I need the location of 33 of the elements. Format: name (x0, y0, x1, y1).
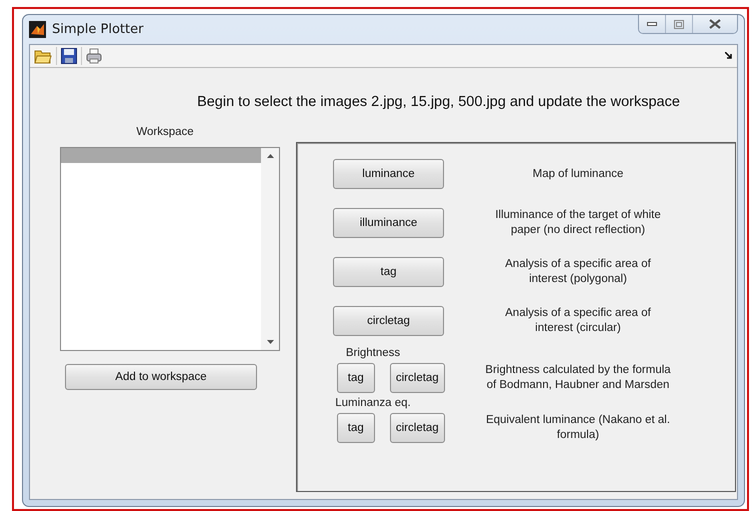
tool-description: Analysis of a specific area of interest (polygonal) (504, 257, 652, 287)
tool-button[interactable]: tag (337, 363, 375, 393)
add-to-workspace-button[interactable]: Add to workspace (65, 364, 257, 390)
save-icon[interactable] (61, 48, 77, 64)
close-icon (709, 19, 721, 29)
scroll-up-icon[interactable] (267, 154, 274, 158)
tool-description: Illuminance of the target of white paper (no direct reflection) (494, 208, 662, 238)
tool-description: Map of luminance (532, 166, 624, 182)
group-heading: Luminanza eq. (334, 397, 412, 411)
dock-arrow-icon[interactable] (725, 52, 733, 60)
maximize-icon (674, 20, 684, 28)
minimize-icon (647, 22, 657, 26)
tool-button[interactable]: illuminance (333, 208, 444, 238)
instruction-text: Begin to select the images 2.jpg, 15.jpg, 500.jpg and update the workspace (196, 93, 681, 110)
minimize-button[interactable] (639, 15, 665, 33)
tool-button[interactable]: circletag (333, 306, 444, 336)
tool-description: Analysis of a specific area of interest (circular) (504, 306, 652, 336)
group-heading: Brightness (344, 347, 402, 361)
maximize-button[interactable] (665, 15, 692, 33)
printer-icon[interactable] (86, 48, 102, 64)
tool-button[interactable]: circletag (390, 363, 445, 393)
folder-icon[interactable] (34, 48, 52, 64)
tool-description: Brightness calculated by the formula of Bodmann, Haubner and Marsden (484, 363, 672, 393)
tool-button[interactable]: tag (333, 257, 444, 287)
tool-button[interactable]: tag (337, 413, 375, 443)
close-button[interactable] (692, 15, 737, 33)
window-title: Simple Plotter (52, 22, 144, 37)
scroll-down-icon[interactable] (267, 340, 274, 344)
app-logo-icon (29, 21, 46, 38)
tool-button[interactable]: luminance (333, 159, 444, 189)
tool-description: Equivalent luminance (Nakano et al. formula) (484, 413, 672, 443)
workspace-label: Workspace (136, 126, 194, 138)
tool-button[interactable]: circletag (390, 413, 445, 443)
